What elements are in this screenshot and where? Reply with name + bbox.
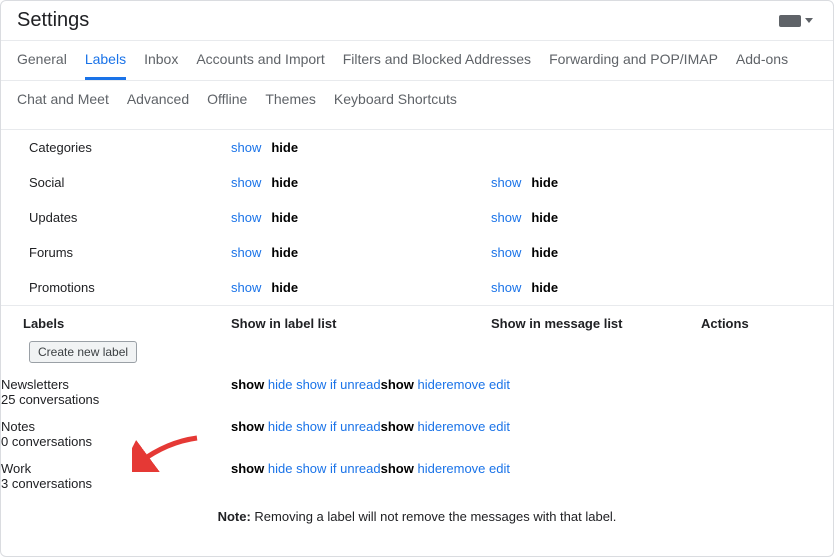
tab-chat-meet[interactable]: Chat and Meet bbox=[17, 91, 109, 117]
show-if-unread-link[interactable]: show if unread bbox=[296, 377, 381, 392]
tab-general[interactable]: General bbox=[17, 51, 67, 80]
system-label-name: Social bbox=[1, 175, 231, 190]
hide-in-msg-active[interactable]: hide bbox=[531, 210, 558, 225]
hide-in-list-active[interactable]: hide bbox=[271, 175, 298, 190]
show-in-list-active[interactable]: show bbox=[231, 419, 264, 434]
note-label: Note: bbox=[218, 509, 251, 524]
labels-header-row: Labels Show in label list Show in messag… bbox=[1, 305, 833, 341]
tab-forwarding-pop-imap[interactable]: Forwarding and POP/IMAP bbox=[549, 51, 718, 80]
edit-label-link[interactable]: edit bbox=[489, 461, 510, 476]
show-in-msg-link[interactable]: show bbox=[491, 280, 521, 295]
tab-keyboard-shortcuts[interactable]: Keyboard Shortcuts bbox=[334, 91, 457, 117]
show-in-msg-active[interactable]: show bbox=[381, 461, 414, 476]
show-in-list-link[interactable]: show bbox=[231, 140, 261, 155]
system-label-name: Updates bbox=[1, 210, 231, 225]
edit-label-link[interactable]: edit bbox=[489, 419, 510, 434]
user-label-count: 0 conversations bbox=[1, 434, 231, 449]
user-label-row: Work 3 conversations show hide show if u… bbox=[1, 453, 833, 495]
settings-tabs-row2: Chat and Meet Advanced Offline Themes Ke… bbox=[1, 81, 833, 130]
hide-in-list-active[interactable]: hide bbox=[271, 140, 298, 155]
user-label-count: 25 conversations bbox=[1, 392, 231, 407]
hide-in-list-active[interactable]: hide bbox=[271, 280, 298, 295]
show-in-list-active[interactable]: show bbox=[231, 461, 264, 476]
show-in-msg-active[interactable]: show bbox=[381, 419, 414, 434]
labels-header-msg: Show in message list bbox=[491, 316, 681, 331]
show-in-list-link[interactable]: show bbox=[231, 175, 261, 190]
create-new-label-button[interactable]: Create new label bbox=[29, 341, 137, 363]
system-label-row: Updates show hide show hide bbox=[1, 200, 833, 235]
hide-in-list-link[interactable]: hide bbox=[268, 377, 293, 392]
system-label-name: Promotions bbox=[1, 280, 231, 295]
show-in-msg-link[interactable]: show bbox=[491, 175, 521, 190]
hide-in-msg-link[interactable]: hide bbox=[417, 461, 442, 476]
tab-labels[interactable]: Labels bbox=[85, 51, 126, 80]
show-in-list-link[interactable]: show bbox=[231, 245, 261, 260]
system-label-row: Forums show hide show hide bbox=[1, 235, 833, 270]
labels-section: Categories show hide Social show hide sh… bbox=[1, 130, 833, 524]
hide-in-list-link[interactable]: hide bbox=[268, 419, 293, 434]
remove-label-link[interactable]: remove bbox=[442, 461, 485, 476]
hide-in-list-active[interactable]: hide bbox=[271, 245, 298, 260]
settings-tabs-row1: General Labels Inbox Accounts and Import… bbox=[1, 41, 833, 81]
chevron-down-icon bbox=[805, 18, 813, 23]
user-label-row: Newsletters 25 conversations show hide s… bbox=[1, 369, 833, 411]
user-label-name: Newsletters bbox=[1, 377, 231, 392]
tab-offline[interactable]: Offline bbox=[207, 91, 247, 117]
input-tools-selector[interactable] bbox=[775, 13, 817, 29]
system-label-row: Social show hide show hide bbox=[1, 165, 833, 200]
hide-in-msg-link[interactable]: hide bbox=[417, 377, 442, 392]
hide-in-msg-active[interactable]: hide bbox=[531, 280, 558, 295]
system-label-row: Promotions show hide show hide bbox=[1, 270, 833, 305]
user-label-row: Notes 0 conversations show hide show if … bbox=[1, 411, 833, 453]
tab-advanced[interactable]: Advanced bbox=[127, 91, 189, 117]
show-in-msg-link[interactable]: show bbox=[491, 210, 521, 225]
user-label-name: Work bbox=[1, 461, 231, 476]
show-in-list-link[interactable]: show bbox=[231, 280, 261, 295]
tab-add-ons[interactable]: Add-ons bbox=[736, 51, 788, 80]
edit-label-link[interactable]: edit bbox=[489, 377, 510, 392]
settings-window: Settings General Labels Inbox Accounts a… bbox=[0, 0, 834, 557]
show-in-msg-link[interactable]: show bbox=[491, 245, 521, 260]
show-in-msg-active[interactable]: show bbox=[381, 377, 414, 392]
tab-accounts-import[interactable]: Accounts and Import bbox=[196, 51, 324, 80]
removal-note: Note: Removing a label will not remove t… bbox=[1, 495, 833, 524]
show-if-unread-link[interactable]: show if unread bbox=[296, 419, 381, 434]
user-label-name: Notes bbox=[1, 419, 231, 434]
note-text: Removing a label will not remove the mes… bbox=[251, 509, 617, 524]
remove-label-link[interactable]: remove bbox=[442, 377, 485, 392]
page-title: Settings bbox=[17, 9, 89, 32]
labels-header-labels: Labels bbox=[1, 316, 231, 331]
hide-in-list-link[interactable]: hide bbox=[268, 461, 293, 476]
labels-header-list: Show in label list bbox=[231, 316, 491, 331]
show-in-list-active[interactable]: show bbox=[231, 377, 264, 392]
hide-in-msg-link[interactable]: hide bbox=[417, 419, 442, 434]
show-in-list-link[interactable]: show bbox=[231, 210, 261, 225]
remove-label-link[interactable]: remove bbox=[442, 419, 485, 434]
tab-themes[interactable]: Themes bbox=[265, 91, 316, 117]
system-label-row: Categories show hide bbox=[1, 130, 833, 165]
labels-header-actions: Actions bbox=[681, 316, 833, 331]
titlebar: Settings bbox=[1, 1, 833, 41]
hide-in-list-active[interactable]: hide bbox=[271, 210, 298, 225]
user-label-count: 3 conversations bbox=[1, 476, 231, 491]
tab-inbox[interactable]: Inbox bbox=[144, 51, 178, 80]
system-label-name: Categories bbox=[1, 140, 231, 155]
tab-filters-blocked[interactable]: Filters and Blocked Addresses bbox=[343, 51, 531, 80]
hide-in-msg-active[interactable]: hide bbox=[531, 175, 558, 190]
hide-in-msg-active[interactable]: hide bbox=[531, 245, 558, 260]
system-label-name: Forums bbox=[1, 245, 231, 260]
keyboard-icon bbox=[779, 15, 801, 27]
show-if-unread-link[interactable]: show if unread bbox=[296, 461, 381, 476]
